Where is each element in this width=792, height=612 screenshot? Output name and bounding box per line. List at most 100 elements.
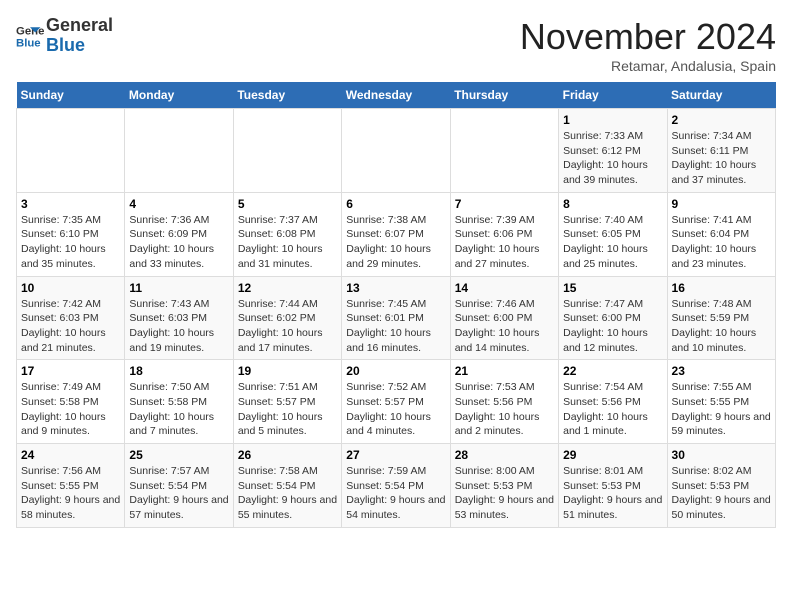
calendar-cell: 13Sunrise: 7:45 AMSunset: 6:01 PMDayligh… [342, 276, 450, 360]
calendar-cell: 8 Sunrise: 7:40 AMSunset: 6:05 PMDaylight… [559, 192, 667, 276]
day-number: 8 [563, 197, 662, 211]
svg-text:Blue: Blue [16, 37, 41, 49]
calendar-cell [233, 109, 341, 193]
weekday-header: Friday [559, 82, 667, 109]
calendar-cell: 5 Sunrise: 7:37 AMSunset: 6:08 PMDaylight… [233, 192, 341, 276]
day-number: 4 [129, 197, 228, 211]
day-info: Sunrise: 7:39 AMSunset: 6:06 PMDaylight:… [455, 213, 554, 272]
day-number: 2 [672, 113, 771, 127]
day-info: Sunrise: 7:38 AMSunset: 6:07 PMDaylight:… [346, 213, 445, 272]
weekday-header: Saturday [667, 82, 775, 109]
logo-general-text: General [46, 15, 113, 35]
day-number: 22 [563, 364, 662, 378]
calendar-table: SundayMondayTuesdayWednesdayThursdayFrid… [16, 82, 776, 528]
calendar-cell: 18 Sunrise: 7:50 AMSunset: 5:58 PMDayligh… [125, 360, 233, 444]
day-number: 27 [346, 448, 445, 462]
day-number: 3 [21, 197, 120, 211]
day-info: Sunrise: 7:34 AMSunset: 6:11 PMDaylight:… [672, 129, 771, 188]
weekday-header: Tuesday [233, 82, 341, 109]
day-info: Sunrise: 7:35 AMSunset: 6:10 PMDaylight:… [21, 213, 120, 272]
day-info: Sunrise: 7:41 AMSunset: 6:04 PMDaylight:… [672, 213, 771, 272]
day-number: 12 [238, 281, 337, 295]
calendar-cell: 9 Sunrise: 7:41 AMSunset: 6:04 PMDaylight… [667, 192, 775, 276]
day-number: 18 [129, 364, 228, 378]
weekday-header: Sunday [17, 82, 125, 109]
day-number: 21 [455, 364, 554, 378]
day-number: 19 [238, 364, 337, 378]
calendar-cell: 14 Sunrise: 7:46 AMSunset: 6:00 PMDayligh… [450, 276, 558, 360]
day-info: Sunrise: 7:55 AMSunset: 5:55 PMDaylight:… [672, 380, 771, 439]
day-info: Sunrise: 7:46 AMSunset: 6:00 PMDaylight:… [455, 297, 554, 356]
calendar-cell: 17Sunrise: 7:49 AMSunset: 5:58 PMDayligh… [17, 360, 125, 444]
day-info: Sunrise: 7:53 AMSunset: 5:56 PMDaylight:… [455, 380, 554, 439]
logo: General Blue General Blue [16, 16, 113, 56]
day-info: Sunrise: 7:36 AMSunset: 6:09 PMDaylight:… [129, 213, 228, 272]
calendar-cell: 16 Sunrise: 7:48 AMSunset: 5:59 PMDayligh… [667, 276, 775, 360]
calendar-cell: 27Sunrise: 7:59 AMSunset: 5:54 PMDayligh… [342, 444, 450, 528]
day-number: 30 [672, 448, 771, 462]
calendar-cell: 7 Sunrise: 7:39 AMSunset: 6:06 PMDaylight… [450, 192, 558, 276]
weekday-header: Monday [125, 82, 233, 109]
day-info: Sunrise: 7:58 AMSunset: 5:54 PMDaylight:… [238, 464, 337, 523]
calendar-cell: 23 Sunrise: 7:55 AMSunset: 5:55 PMDayligh… [667, 360, 775, 444]
calendar-cell: 1 Sunrise: 7:33 AMSunset: 6:12 PMDaylight… [559, 109, 667, 193]
calendar-cell [342, 109, 450, 193]
calendar-cell: 22 Sunrise: 7:54 AMSunset: 5:56 PMDayligh… [559, 360, 667, 444]
day-number: 16 [672, 281, 771, 295]
day-info: Sunrise: 7:43 AMSunset: 6:03 PMDaylight:… [129, 297, 228, 356]
day-info: Sunrise: 7:47 AMSunset: 6:00 PMDaylight:… [563, 297, 662, 356]
day-info: Sunrise: 7:48 AMSunset: 5:59 PMDaylight:… [672, 297, 771, 356]
day-number: 10 [21, 281, 120, 295]
calendar-cell: 28 Sunrise: 8:00 AMSunset: 5:53 PMDayligh… [450, 444, 558, 528]
calendar-cell: 3 Sunrise: 7:35 AMSunset: 6:10 PMDaylight… [17, 192, 125, 276]
day-info: Sunrise: 8:02 AMSunset: 5:53 PMDaylight:… [672, 464, 771, 523]
calendar-cell: 11 Sunrise: 7:43 AMSunset: 6:03 PMDayligh… [125, 276, 233, 360]
calendar-cell: 25Sunrise: 7:57 AMSunset: 5:54 PMDayligh… [125, 444, 233, 528]
page-header: General Blue General Blue November 2024 … [16, 16, 776, 74]
day-number: 6 [346, 197, 445, 211]
title-block: November 2024 Retamar, Andalusia, Spain [520, 16, 776, 74]
day-info: Sunrise: 7:33 AMSunset: 6:12 PMDaylight:… [563, 129, 662, 188]
weekday-header: Thursday [450, 82, 558, 109]
calendar-cell: 15Sunrise: 7:47 AMSunset: 6:00 PMDayligh… [559, 276, 667, 360]
day-number: 26 [238, 448, 337, 462]
day-info: Sunrise: 7:50 AMSunset: 5:58 PMDaylight:… [129, 380, 228, 439]
calendar-cell: 29 Sunrise: 8:01 AMSunset: 5:53 PMDayligh… [559, 444, 667, 528]
day-number: 11 [129, 281, 228, 295]
day-number: 7 [455, 197, 554, 211]
day-info: Sunrise: 7:37 AMSunset: 6:08 PMDaylight:… [238, 213, 337, 272]
day-info: Sunrise: 7:45 AMSunset: 6:01 PMDaylight:… [346, 297, 445, 356]
location: Retamar, Andalusia, Spain [520, 58, 776, 74]
calendar-cell: 26 Sunrise: 7:58 AMSunset: 5:54 PMDayligh… [233, 444, 341, 528]
svg-text:General: General [16, 25, 44, 37]
calendar-cell: 2 Sunrise: 7:34 AMSunset: 6:11 PMDaylight… [667, 109, 775, 193]
day-number: 9 [672, 197, 771, 211]
day-number: 1 [563, 113, 662, 127]
day-info: Sunrise: 7:49 AMSunset: 5:58 PMDaylight:… [21, 380, 120, 439]
day-info: Sunrise: 7:54 AMSunset: 5:56 PMDaylight:… [563, 380, 662, 439]
day-info: Sunrise: 8:00 AMSunset: 5:53 PMDaylight:… [455, 464, 554, 523]
month-title: November 2024 [520, 16, 776, 58]
day-number: 28 [455, 448, 554, 462]
day-info: Sunrise: 7:40 AMSunset: 6:05 PMDaylight:… [563, 213, 662, 272]
calendar-cell: 10Sunrise: 7:42 AMSunset: 6:03 PMDayligh… [17, 276, 125, 360]
day-number: 29 [563, 448, 662, 462]
day-number: 24 [21, 448, 120, 462]
calendar-cell: 24 Sunrise: 7:56 AMSunset: 5:55 PMDayligh… [17, 444, 125, 528]
calendar-cell: 6 Sunrise: 7:38 AMSunset: 6:07 PMDaylight… [342, 192, 450, 276]
calendar-cell [125, 109, 233, 193]
calendar-cell: 12Sunrise: 7:44 AMSunset: 6:02 PMDayligh… [233, 276, 341, 360]
day-number: 23 [672, 364, 771, 378]
day-info: Sunrise: 7:56 AMSunset: 5:55 PMDaylight:… [21, 464, 120, 523]
calendar-cell: 21 Sunrise: 7:53 AMSunset: 5:56 PMDayligh… [450, 360, 558, 444]
day-info: Sunrise: 8:01 AMSunset: 5:53 PMDaylight:… [563, 464, 662, 523]
calendar-cell: 20Sunrise: 7:52 AMSunset: 5:57 PMDayligh… [342, 360, 450, 444]
calendar-cell [450, 109, 558, 193]
calendar-cell: 30 Sunrise: 8:02 AMSunset: 5:53 PMDayligh… [667, 444, 775, 528]
calendar-cell: 4 Sunrise: 7:36 AMSunset: 6:09 PMDaylight… [125, 192, 233, 276]
day-info: Sunrise: 7:57 AMSunset: 5:54 PMDaylight:… [129, 464, 228, 523]
day-number: 14 [455, 281, 554, 295]
day-number: 5 [238, 197, 337, 211]
day-info: Sunrise: 7:52 AMSunset: 5:57 PMDaylight:… [346, 380, 445, 439]
weekday-header: Wednesday [342, 82, 450, 109]
